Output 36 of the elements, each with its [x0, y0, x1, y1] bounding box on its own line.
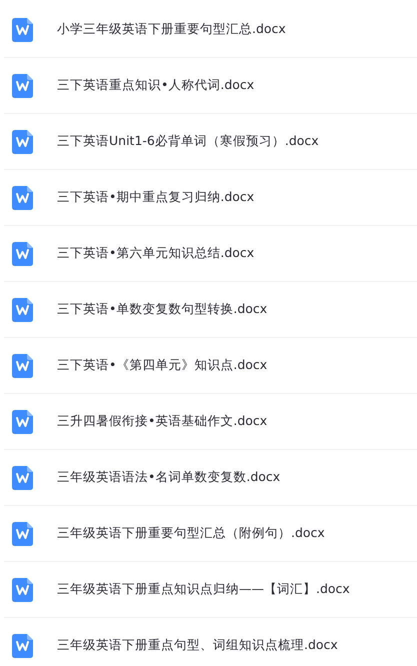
file-row[interactable]: 三年级英语下册重要句型汇总（附例句）.docx	[4, 506, 417, 562]
file-name: 三下英语•期中重点复习归纳.docx	[57, 189, 254, 206]
file-name: 三年级英语下册重点句型、词组知识点梳理.docx	[57, 637, 338, 654]
file-row[interactable]: 三下英语Unit1-6必背单词（寒假预习）.docx	[4, 114, 417, 170]
file-row[interactable]: 小学三年级英语下册重要句型汇总.docx	[4, 2, 417, 58]
file-name: 三升四暑假衔接•英语基础作文.docx	[57, 413, 268, 430]
document-icon	[12, 298, 33, 322]
document-icon	[12, 466, 33, 490]
file-name: 三下英语重点知识•人称代词.docx	[57, 77, 254, 94]
file-name: 三下英语•单数变复数句型转换.docx	[57, 301, 268, 318]
file-name: 三下英语Unit1-6必背单词（寒假预习）.docx	[57, 133, 319, 150]
file-row[interactable]: 三下英语•单数变复数句型转换.docx	[4, 282, 417, 338]
file-name: 三年级英语下册重要句型汇总（附例句）.docx	[57, 525, 325, 542]
file-row[interactable]: 三升四暑假衔接•英语基础作文.docx	[4, 394, 417, 450]
file-name: 小学三年级英语下册重要句型汇总.docx	[57, 21, 286, 38]
file-name: 三下英语•《第四单元》知识点.docx	[57, 357, 268, 374]
document-icon	[12, 130, 33, 154]
document-icon	[12, 74, 33, 98]
file-row[interactable]: 三下英语•期中重点复习归纳.docx	[4, 170, 417, 226]
document-icon	[12, 634, 33, 658]
document-icon	[12, 578, 33, 602]
document-icon	[12, 410, 33, 434]
file-row[interactable]: 三下英语•第六单元知识总结.docx	[4, 226, 417, 282]
document-icon	[12, 354, 33, 378]
file-name: 三下英语•第六单元知识总结.docx	[57, 245, 254, 262]
file-name: 三年级英语下册重点知识点归纳——【词汇】.docx	[57, 581, 350, 598]
document-icon	[12, 522, 33, 546]
file-row[interactable]: 三年级英语下册重点知识点归纳——【词汇】.docx	[4, 562, 417, 618]
file-row[interactable]: 三下英语•《第四单元》知识点.docx	[4, 338, 417, 394]
document-icon	[12, 242, 33, 266]
file-row[interactable]: 三下英语重点知识•人称代词.docx	[4, 58, 417, 114]
document-icon	[12, 186, 33, 210]
document-icon	[12, 18, 33, 42]
file-name: 三年级英语语法•名词单数变复数.docx	[57, 469, 280, 486]
file-row[interactable]: 三年级英语下册重点句型、词组知识点梳理.docx	[4, 618, 417, 666]
file-row[interactable]: 三年级英语语法•名词单数变复数.docx	[4, 450, 417, 506]
